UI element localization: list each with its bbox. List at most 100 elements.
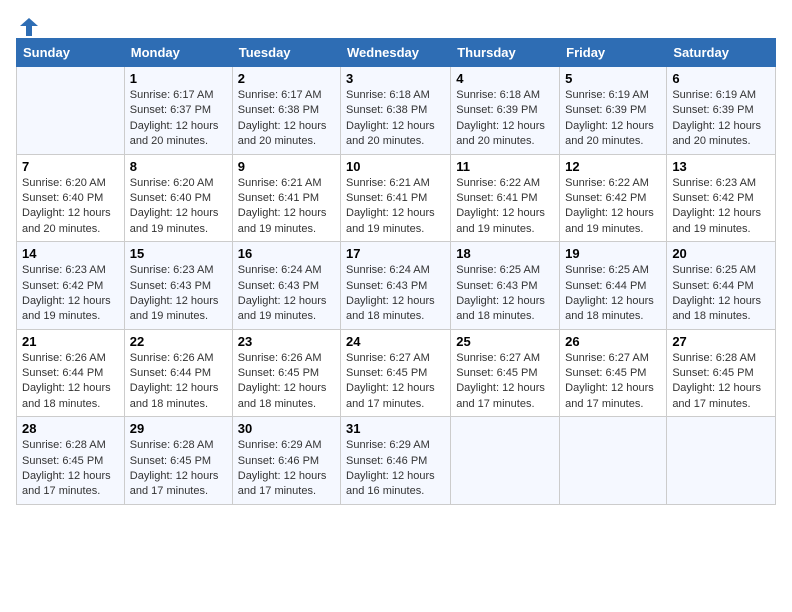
calendar-cell: [560, 417, 667, 505]
day-info: Sunrise: 6:22 AM Sunset: 6:41 PM Dayligh…: [456, 176, 554, 238]
day-info: Sunrise: 6:26 AM Sunset: 6:44 PM Dayligh…: [22, 351, 119, 413]
column-header-thursday: Thursday: [451, 39, 560, 67]
day-number: 27: [672, 334, 770, 349]
day-number: 10: [346, 159, 445, 174]
page-header: [16, 16, 776, 34]
column-header-friday: Friday: [560, 39, 667, 67]
day-number: 1: [130, 71, 227, 86]
day-info: Sunrise: 6:23 AM Sunset: 6:42 PM Dayligh…: [22, 263, 119, 325]
day-info: Sunrise: 6:27 AM Sunset: 6:45 PM Dayligh…: [565, 351, 661, 413]
column-header-wednesday: Wednesday: [341, 39, 451, 67]
day-info: Sunrise: 6:26 AM Sunset: 6:44 PM Dayligh…: [130, 351, 227, 413]
calendar-cell: 2 Sunrise: 6:17 AM Sunset: 6:38 PM Daylig…: [232, 67, 340, 155]
column-header-sunday: Sunday: [17, 39, 125, 67]
calendar-cell: 7 Sunrise: 6:20 AM Sunset: 6:40 PM Daylig…: [17, 154, 125, 242]
calendar-cell: 6 Sunrise: 6:19 AM Sunset: 6:39 PM Daylig…: [667, 67, 776, 155]
day-info: Sunrise: 6:20 AM Sunset: 6:40 PM Dayligh…: [130, 176, 227, 238]
day-info: Sunrise: 6:21 AM Sunset: 6:41 PM Dayligh…: [346, 176, 445, 238]
day-number: 2: [238, 71, 335, 86]
calendar-cell: [451, 417, 560, 505]
day-number: 28: [22, 421, 119, 436]
calendar-cell: 11 Sunrise: 6:22 AM Sunset: 6:41 PM Dayli…: [451, 154, 560, 242]
calendar-cell: 25 Sunrise: 6:27 AM Sunset: 6:45 PM Dayli…: [451, 329, 560, 417]
calendar-cell: 28 Sunrise: 6:28 AM Sunset: 6:45 PM Dayli…: [17, 417, 125, 505]
day-info: Sunrise: 6:29 AM Sunset: 6:46 PM Dayligh…: [346, 438, 445, 500]
calendar-cell: 21 Sunrise: 6:26 AM Sunset: 6:44 PM Dayli…: [17, 329, 125, 417]
day-info: Sunrise: 6:21 AM Sunset: 6:41 PM Dayligh…: [238, 176, 335, 238]
day-number: 14: [22, 246, 119, 261]
column-header-tuesday: Tuesday: [232, 39, 340, 67]
week-row-5: 28 Sunrise: 6:28 AM Sunset: 6:45 PM Dayli…: [17, 417, 776, 505]
day-info: Sunrise: 6:24 AM Sunset: 6:43 PM Dayligh…: [238, 263, 335, 325]
day-number: 3: [346, 71, 445, 86]
day-number: 20: [672, 246, 770, 261]
day-number: 30: [238, 421, 335, 436]
column-header-row: SundayMondayTuesdayWednesdayThursdayFrid…: [17, 39, 776, 67]
day-info: Sunrise: 6:19 AM Sunset: 6:39 PM Dayligh…: [672, 88, 770, 150]
day-number: 6: [672, 71, 770, 86]
day-info: Sunrise: 6:23 AM Sunset: 6:43 PM Dayligh…: [130, 263, 227, 325]
day-info: Sunrise: 6:18 AM Sunset: 6:38 PM Dayligh…: [346, 88, 445, 150]
day-number: 15: [130, 246, 227, 261]
day-info: Sunrise: 6:28 AM Sunset: 6:45 PM Dayligh…: [130, 438, 227, 500]
calendar-cell: 16 Sunrise: 6:24 AM Sunset: 6:43 PM Dayli…: [232, 242, 340, 330]
week-row-1: 1 Sunrise: 6:17 AM Sunset: 6:37 PM Daylig…: [17, 67, 776, 155]
day-number: 5: [565, 71, 661, 86]
calendar-cell: 18 Sunrise: 6:25 AM Sunset: 6:43 PM Dayli…: [451, 242, 560, 330]
day-info: Sunrise: 6:25 AM Sunset: 6:44 PM Dayligh…: [672, 263, 770, 325]
day-number: 17: [346, 246, 445, 261]
calendar-cell: 8Sunrise: 6:20 AM Sunset: 6:40 PM Daylig…: [124, 154, 232, 242]
calendar-cell: 12Sunrise: 6:22 AM Sunset: 6:42 PM Dayli…: [560, 154, 667, 242]
day-info: Sunrise: 6:27 AM Sunset: 6:45 PM Dayligh…: [456, 351, 554, 413]
day-info: Sunrise: 6:17 AM Sunset: 6:38 PM Dayligh…: [238, 88, 335, 150]
day-number: 23: [238, 334, 335, 349]
day-number: 16: [238, 246, 335, 261]
day-number: 21: [22, 334, 119, 349]
day-number: 29: [130, 421, 227, 436]
day-number: 7: [22, 159, 119, 174]
calendar-cell: 31 Sunrise: 6:29 AM Sunset: 6:46 PM Dayli…: [341, 417, 451, 505]
calendar-cell: 27 Sunrise: 6:28 AM Sunset: 6:45 PM Dayli…: [667, 329, 776, 417]
calendar-cell: 19Sunrise: 6:25 AM Sunset: 6:44 PM Dayli…: [560, 242, 667, 330]
week-row-3: 14 Sunrise: 6:23 AM Sunset: 6:42 PM Dayli…: [17, 242, 776, 330]
day-number: 22: [130, 334, 227, 349]
day-info: Sunrise: 6:29 AM Sunset: 6:46 PM Dayligh…: [238, 438, 335, 500]
day-info: Sunrise: 6:22 AM Sunset: 6:42 PM Dayligh…: [565, 176, 661, 238]
calendar-cell: 17Sunrise: 6:24 AM Sunset: 6:43 PM Dayli…: [341, 242, 451, 330]
day-info: Sunrise: 6:28 AM Sunset: 6:45 PM Dayligh…: [22, 438, 119, 500]
day-number: 9: [238, 159, 335, 174]
day-info: Sunrise: 6:25 AM Sunset: 6:44 PM Dayligh…: [565, 263, 661, 325]
day-number: 26: [565, 334, 661, 349]
calendar-cell: 5 Sunrise: 6:19 AM Sunset: 6:39 PM Daylig…: [560, 67, 667, 155]
day-number: 31: [346, 421, 445, 436]
calendar-cell: 23 Sunrise: 6:26 AM Sunset: 6:45 PM Dayli…: [232, 329, 340, 417]
column-header-saturday: Saturday: [667, 39, 776, 67]
day-info: Sunrise: 6:20 AM Sunset: 6:40 PM Dayligh…: [22, 176, 119, 238]
calendar-cell: 26 Sunrise: 6:27 AM Sunset: 6:45 PM Dayli…: [560, 329, 667, 417]
day-info: Sunrise: 6:19 AM Sunset: 6:39 PM Dayligh…: [565, 88, 661, 150]
calendar-cell: 29 Sunrise: 6:28 AM Sunset: 6:45 PM Dayli…: [124, 417, 232, 505]
calendar-table: SundayMondayTuesdayWednesdayThursdayFrid…: [16, 38, 776, 505]
day-number: 11: [456, 159, 554, 174]
day-info: Sunrise: 6:17 AM Sunset: 6:37 PM Dayligh…: [130, 88, 227, 150]
calendar-cell: 1 Sunrise: 6:17 AM Sunset: 6:37 PM Daylig…: [124, 67, 232, 155]
day-info: Sunrise: 6:26 AM Sunset: 6:45 PM Dayligh…: [238, 351, 335, 413]
calendar-cell: 14 Sunrise: 6:23 AM Sunset: 6:42 PM Dayli…: [17, 242, 125, 330]
calendar-cell: 3 Sunrise: 6:18 AM Sunset: 6:38 PM Daylig…: [341, 67, 451, 155]
week-row-4: 21 Sunrise: 6:26 AM Sunset: 6:44 PM Dayli…: [17, 329, 776, 417]
day-number: 25: [456, 334, 554, 349]
day-info: Sunrise: 6:23 AM Sunset: 6:42 PM Dayligh…: [672, 176, 770, 238]
calendar-cell: 10 Sunrise: 6:21 AM Sunset: 6:41 PM Dayli…: [341, 154, 451, 242]
logo: [16, 16, 42, 34]
day-info: Sunrise: 6:28 AM Sunset: 6:45 PM Dayligh…: [672, 351, 770, 413]
day-number: 18: [456, 246, 554, 261]
calendar-cell: 24Sunrise: 6:27 AM Sunset: 6:45 PM Dayli…: [341, 329, 451, 417]
day-number: 13: [672, 159, 770, 174]
calendar-cell: 22 Sunrise: 6:26 AM Sunset: 6:44 PM Dayli…: [124, 329, 232, 417]
day-number: 4: [456, 71, 554, 86]
calendar-cell: 30 Sunrise: 6:29 AM Sunset: 6:46 PM Dayli…: [232, 417, 340, 505]
calendar-cell: [667, 417, 776, 505]
day-info: Sunrise: 6:25 AM Sunset: 6:43 PM Dayligh…: [456, 263, 554, 325]
logo-bird-icon: [18, 16, 40, 38]
calendar-cell: 20 Sunrise: 6:25 AM Sunset: 6:44 PM Dayli…: [667, 242, 776, 330]
